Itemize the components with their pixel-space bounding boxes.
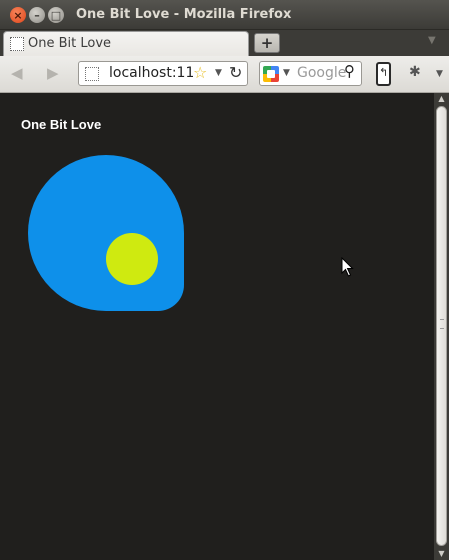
tab-strip: One Bit Love + ▼ bbox=[0, 30, 449, 57]
url-text[interactable]: localhost:11 bbox=[109, 65, 193, 81]
window-title: One Bit Love - Mozilla Firefox bbox=[76, 7, 292, 22]
page-heading: One Bit Love bbox=[21, 117, 102, 132]
forward-arrow-icon[interactable]: ▶ bbox=[47, 64, 59, 82]
new-tab-button[interactable]: + bbox=[254, 33, 280, 53]
page-content: One Bit Love bbox=[0, 93, 434, 560]
magnifier-icon[interactable]: ⚲ bbox=[344, 62, 355, 80]
back-arrow-icon[interactable]: ◀ bbox=[11, 64, 23, 82]
url-bar[interactable]: localhost:11 ☆ ▼ ↻ bbox=[78, 61, 248, 86]
scroll-up-icon[interactable]: ▲ bbox=[436, 94, 447, 104]
navigation-toolbar: ◀ ▶ localhost:11 ☆ ▼ ↻ ▼ Google ⚲ ✱ ▼ bbox=[0, 56, 449, 93]
scrollbar-thumb[interactable] bbox=[436, 106, 447, 546]
window-titlebar: × – □ One Bit Love - Mozilla Firefox bbox=[0, 0, 449, 30]
tab-label: One Bit Love bbox=[28, 36, 112, 51]
mouse-cursor-icon bbox=[341, 257, 354, 277]
reload-icon[interactable]: ↻ bbox=[229, 63, 242, 82]
toolbar-menu-chevron-down-icon[interactable]: ▼ bbox=[436, 69, 443, 79]
star-icon[interactable]: ☆ bbox=[193, 63, 207, 82]
grip-icon bbox=[440, 319, 444, 329]
search-input[interactable]: Google bbox=[297, 65, 346, 81]
vertical-scrollbar[interactable]: ▲ ▼ bbox=[434, 93, 449, 560]
page-favicon-icon bbox=[10, 37, 24, 51]
search-bar[interactable]: ▼ Google ⚲ bbox=[259, 61, 362, 86]
tab-one-bit-love[interactable]: One Bit Love bbox=[3, 31, 249, 57]
scroll-down-icon[interactable]: ▼ bbox=[436, 549, 447, 559]
phone-icon[interactable] bbox=[376, 62, 391, 86]
maximize-icon[interactable]: □ bbox=[48, 7, 64, 23]
url-history-chevron-down-icon[interactable]: ▼ bbox=[215, 68, 222, 78]
search-engine-chevron-down-icon[interactable]: ▼ bbox=[283, 68, 290, 78]
close-icon[interactable]: × bbox=[10, 7, 26, 23]
bug-icon[interactable]: ✱ bbox=[409, 64, 421, 80]
tab-list-chevron-down-icon[interactable]: ▼ bbox=[428, 35, 436, 46]
minimize-icon[interactable]: – bbox=[29, 7, 45, 23]
google-icon[interactable] bbox=[263, 66, 279, 82]
site-identity-icon[interactable] bbox=[85, 67, 99, 81]
blue-blob-shape bbox=[28, 155, 184, 311]
plus-icon: + bbox=[260, 34, 274, 52]
yellow-dot-shape bbox=[106, 233, 158, 285]
